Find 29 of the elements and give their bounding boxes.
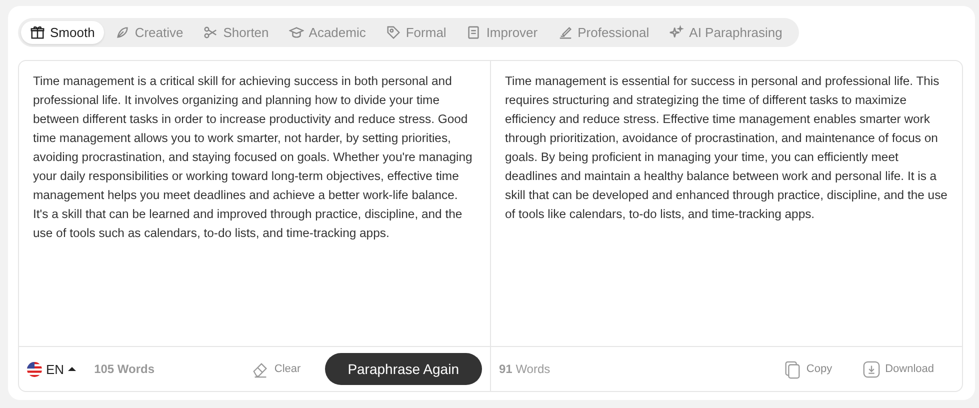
mode-tab[interactable]: Shorten (194, 21, 278, 44)
tag-icon (386, 25, 401, 40)
download-icon (862, 360, 882, 378)
caret-icon[interactable] (68, 366, 76, 372)
mode-tab[interactable]: Improver (457, 21, 547, 44)
download-button[interactable]: Download (856, 358, 940, 380)
mode-tab[interactable]: Formal (376, 21, 456, 44)
feather-icon (114, 25, 130, 40)
graduation-cap-icon (288, 25, 304, 40)
document-icon (466, 25, 482, 40)
flag-icon (27, 362, 42, 376)
output-text: Time management is essential for success in personal and professional life. This requires structuring and strategizing the time of different tasks to maximize efficiency and reduce stress. Effective time management enables smarter work through prioritization, avoidance of procrastination, and maintenance of focus on goals. By being proficient in managing your time, you can efficiently meet deadlines and maintain a healthy balance between work and personal life. It is a skill that can be developed and enhanced through practice, discipline, and the use of tools like calendars, to-do lists, and time-tracking apps. (504, 73, 948, 223)
mode-tab[interactable]: Creative (106, 21, 192, 44)
pen-icon (558, 25, 573, 40)
word-count: 91 Words (499, 362, 550, 376)
gift-icon (30, 25, 45, 40)
language-selector[interactable]: EN (46, 362, 64, 376)
mode-tab[interactable]: Professional (548, 21, 658, 44)
mode-tab[interactable]: Academic (280, 21, 375, 44)
scissors-icon (203, 25, 218, 40)
paraphrase-again-button[interactable]: Paraphrase Again (324, 353, 482, 385)
clear-button[interactable]: Clear (245, 358, 307, 380)
sparkle-icon (669, 25, 684, 40)
copy-button[interactable]: Copy (777, 358, 838, 380)
mode-tab[interactable]: AI Paraphrasing (660, 21, 792, 44)
word-count: 105 Words (94, 362, 155, 376)
input-text[interactable]: Time management is a critical skill for achieving success in both personal and professional life. It involves organizing and planning how to divide your time between different tasks in order to increase productivity and reduce stress. Good time management allows you to work smarter, not harder, by setting priorities, avoiding procrastination, and staying focused on goals. Whether you're managing your daily responsibilities or working toward long-term objectives, effective time management helps you meet deadlines and achieve a better work-life balance. It's a skill that can be learned and improved through practice, discipline, and the use of tools such as calendars, to-do lists, and time-tracking apps. (19, 61, 490, 346)
mode-tab[interactable]: Smooth (21, 21, 104, 44)
copy-icon (783, 360, 802, 378)
